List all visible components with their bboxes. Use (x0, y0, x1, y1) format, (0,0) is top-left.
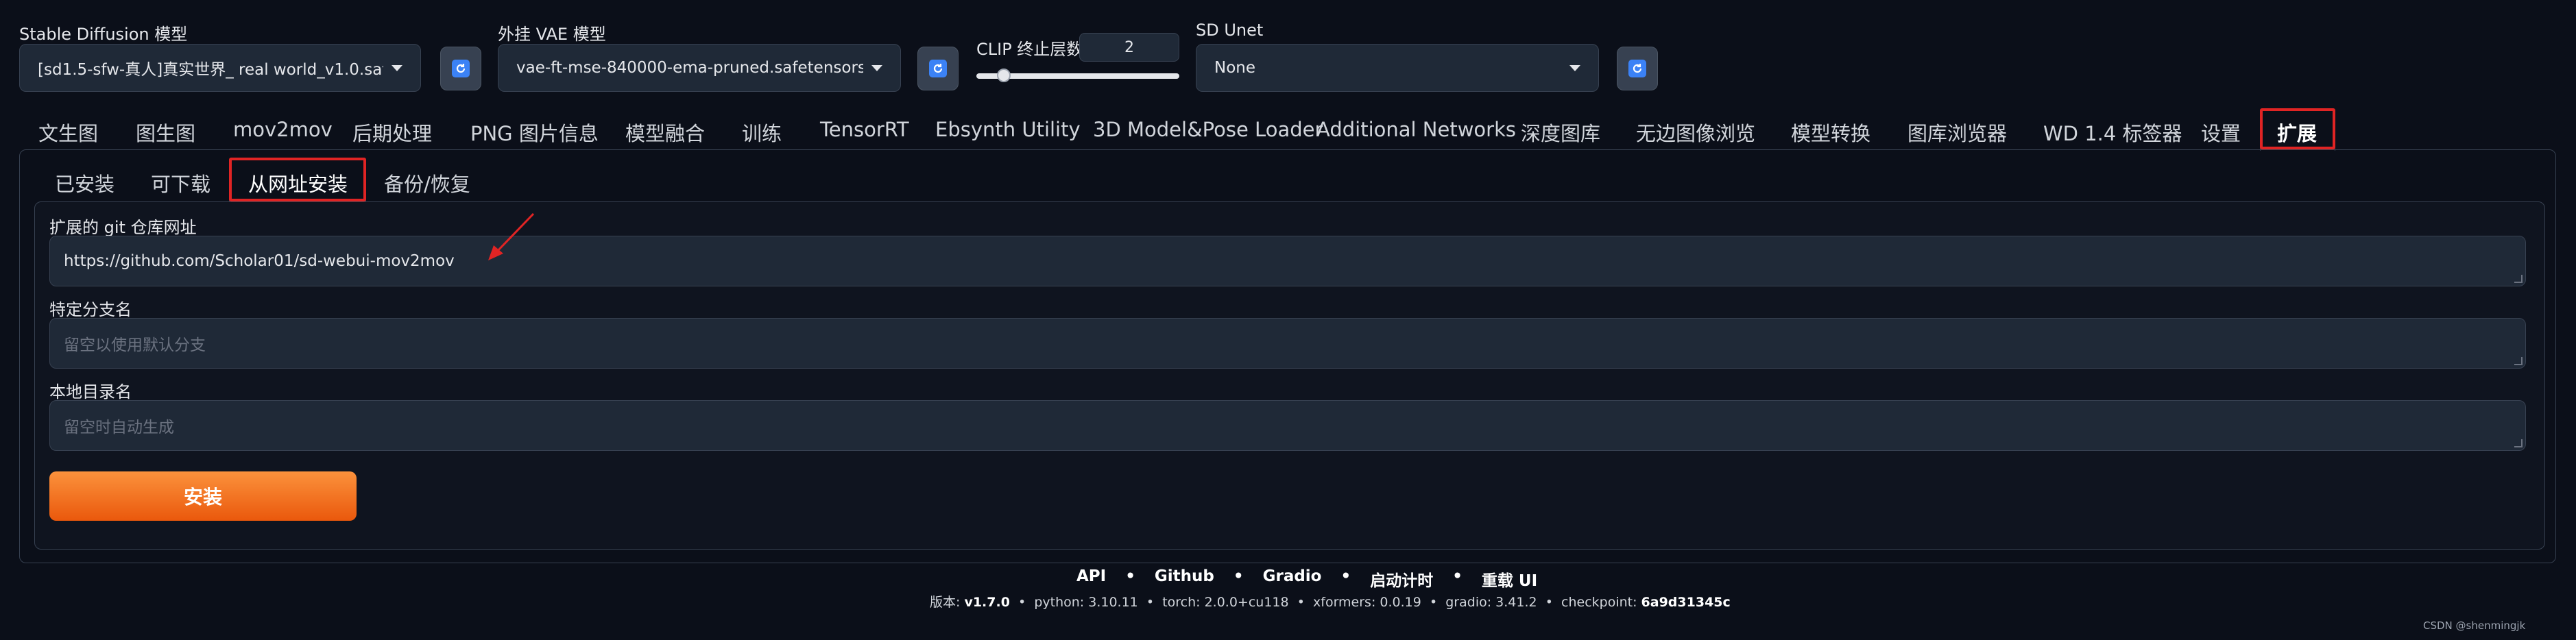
sd-model-dropdown[interactable]: [sd1.5-sfw-真人]真实世界_ real world_v1.0.safe (19, 44, 421, 92)
sd-unet-value: None (1214, 59, 1256, 77)
tab-settings[interactable]: 设置 (2201, 118, 2241, 147)
tab-txt2img[interactable]: 文生图 (38, 118, 98, 147)
xformers-version: xformers: 0.0.19 (1313, 595, 1421, 610)
clip-skip-number[interactable]: 2 (1079, 33, 1179, 62)
footer-separator: • (1297, 595, 1305, 610)
vae-refresh-button[interactable] (917, 47, 959, 90)
tab-train[interactable]: 训练 (742, 118, 782, 147)
subtab-available[interactable]: 可下载 (151, 169, 210, 197)
footer-link-reload-ui[interactable]: 重载 UI (1482, 567, 1537, 591)
extensions-tab-highlight (2260, 108, 2335, 149)
footer-links: API • Github • Gradio • 启动计时 • 重载 UI (1076, 567, 1537, 591)
tab-wd14-tagger[interactable]: WD 1.4 标签器 (2043, 118, 2182, 147)
install-from-url-highlight (229, 158, 366, 201)
sd-model-value: [sd1.5-sfw-真人]真实世界_ real world_v1.0.safe (38, 61, 383, 79)
clip-skip-label: CLIP 终止层数 (976, 40, 1083, 59)
subtab-backup-restore[interactable]: 备份/恢复 (384, 169, 470, 197)
tab-image-browser[interactable]: 图库浏览器 (1907, 118, 2007, 147)
checkpoint-hash: 6a9d31345c (1641, 595, 1731, 610)
refresh-icon (1628, 60, 1646, 77)
install-button[interactable]: 安装 (49, 471, 357, 521)
version-value: v1.7.0 (964, 595, 1010, 610)
footer-separator: • (1233, 567, 1244, 585)
branch-label: 特定分支名 (49, 300, 132, 319)
resize-handle-icon[interactable] (2514, 275, 2523, 283)
resize-handle-icon[interactable] (2514, 357, 2523, 365)
vae-value: vae-ft-mse-840000-ema-pruned.safetensors (516, 59, 863, 77)
tab-img2img[interactable]: 图生图 (136, 118, 195, 147)
chevron-down-icon (392, 64, 402, 71)
tab-tensorrt[interactable]: TensorRT (820, 118, 909, 141)
refresh-icon (929, 60, 947, 77)
tab-mov2mov[interactable]: mov2mov (233, 118, 333, 141)
footer-separator: • (1545, 595, 1553, 610)
tab-additional-networks[interactable]: Additional Networks (1316, 118, 1516, 141)
chevron-down-icon (1569, 64, 1580, 71)
footer-separator: • (1125, 567, 1135, 585)
dir-input[interactable]: 留空时自动生成 (49, 400, 2526, 451)
git-url-label: 扩展的 git 仓库网址 (49, 218, 197, 237)
checkpoint-prefix: checkpoint: (1561, 595, 1637, 610)
sd-unet-label: SD Unet (1196, 21, 1264, 40)
git-url-input[interactable]: https://github.com/Scholar01/sd-webui-mo… (49, 236, 2526, 286)
footer-link-github[interactable]: Github (1155, 567, 1214, 591)
footer-link-api[interactable]: API (1076, 567, 1106, 591)
branch-placeholder: 留空以使用默认分支 (64, 336, 206, 354)
tab-3d-model-pose-loader[interactable]: 3D Model&Pose Loader (1093, 118, 1323, 141)
vae-dropdown[interactable]: vae-ft-mse-840000-ema-pruned.safetensors (498, 44, 901, 92)
torch-version: torch: 2.0.0+cu118 (1162, 595, 1289, 610)
footer-version-info: 版本: v1.7.0 • python: 3.10.11 • torch: 2.… (930, 592, 1731, 611)
watermark: CSDN @shenmingjk (2423, 619, 2526, 632)
refresh-icon (452, 60, 470, 77)
footer-separator: • (1429, 595, 1438, 610)
tab-checkpoint-merger[interactable]: 模型融合 (625, 118, 705, 147)
version-prefix: 版本: (930, 595, 961, 610)
dir-placeholder: 留空时自动生成 (64, 419, 174, 436)
footer-separator: • (1018, 595, 1026, 610)
tab-model-converter[interactable]: 模型转换 (1791, 118, 1870, 147)
sd-unet-dropdown[interactable]: None (1196, 44, 1599, 92)
chevron-down-icon (871, 64, 882, 71)
footer-separator: • (1340, 567, 1351, 585)
footer-link-startup-profile[interactable]: 启动计时 (1370, 567, 1433, 591)
footer-separator: • (1452, 567, 1462, 585)
sd-unet-refresh-button[interactable] (1617, 47, 1658, 90)
branch-input[interactable]: 留空以使用默认分支 (49, 318, 2526, 369)
footer-separator: • (1146, 595, 1155, 610)
tab-extras[interactable]: 后期处理 (352, 118, 432, 147)
annotation-arrow-icon (488, 212, 535, 260)
tab-png-info[interactable]: PNG 图片信息 (470, 118, 599, 147)
tab-ebsynth-utility[interactable]: Ebsynth Utility (935, 118, 1081, 141)
sd-model-label: Stable Diffusion 模型 (19, 25, 188, 44)
resize-handle-icon[interactable] (2514, 439, 2523, 447)
dir-label: 本地目录名 (49, 382, 132, 402)
tab-infinite-image-browsing[interactable]: 无边图像浏览 (1636, 118, 1755, 147)
tab-depth-library[interactable]: 深度图库 (1521, 118, 1600, 147)
python-version: python: 3.10.11 (1034, 595, 1138, 610)
clip-skip-slider-handle[interactable] (997, 69, 1011, 82)
gradio-version: gradio: 3.41.2 (1445, 595, 1537, 610)
git-url-value: https://github.com/Scholar01/sd-webui-mo… (64, 252, 455, 270)
sd-model-refresh-button[interactable] (440, 47, 481, 90)
subtab-installed[interactable]: 已安装 (55, 169, 115, 197)
vae-label: 外挂 VAE 模型 (498, 25, 606, 44)
footer-link-gradio[interactable]: Gradio (1263, 567, 1322, 591)
